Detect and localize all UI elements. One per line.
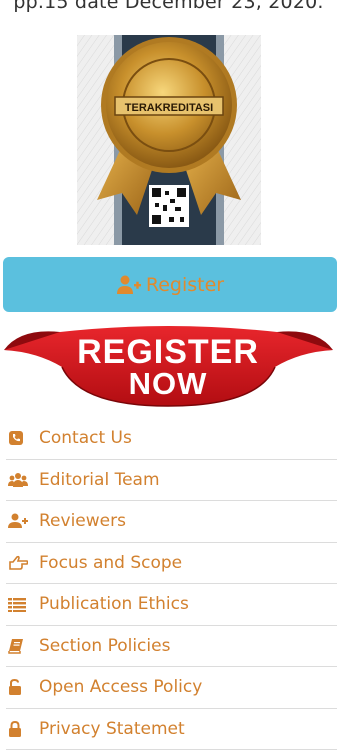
badge-seal-text: TERAKREDITASI <box>125 102 213 114</box>
menu-item-label: Focus and Scope <box>39 552 183 573</box>
menu-item-editorial-team[interactable]: Editorial Team <box>6 460 337 501</box>
menu-item-label: Editorial Team <box>39 469 160 490</box>
menu-item-label: Contact Us <box>39 428 132 449</box>
unlock-icon <box>8 678 30 696</box>
menu-item-focus-and-scope[interactable]: Focus and Scope <box>6 543 337 584</box>
register-now-line2: NOW <box>129 366 208 401</box>
menu-item-section-policies[interactable]: Section Policies <box>6 626 337 667</box>
menu-item-contact-us[interactable]: Contact Us <box>6 418 337 460</box>
book-icon <box>8 637 30 655</box>
menu-item-reviewers[interactable]: Reviewers <box>6 501 337 543</box>
menu-item-label: Privacy Statemet <box>39 718 185 739</box>
register-button-label: Register <box>145 273 225 296</box>
menu-item-label: Open Access Policy <box>39 677 203 698</box>
register-button[interactable]: Register <box>3 257 337 312</box>
users-icon <box>8 471 30 489</box>
menu-item-label: Reviewers <box>39 511 126 532</box>
list-icon <box>8 595 30 613</box>
menu-item-label: Publication Ethics <box>39 594 189 615</box>
phone-square-icon <box>8 429 30 447</box>
sidebar-menu: Contact Us Editorial Team Reviewers Focu… <box>6 418 337 750</box>
user-plus-icon <box>8 512 30 530</box>
journal-info-text: pp.15 date December 23, 2020. <box>13 0 324 13</box>
menu-item-privacy-statement[interactable]: Privacy Statemet <box>6 709 337 750</box>
user-plus-icon <box>116 275 141 294</box>
lock-icon <box>8 720 30 738</box>
menu-item-publication-ethics[interactable]: Publication Ethics <box>6 584 337 626</box>
accreditation-badge-image: TERAKREDITASI <box>77 35 261 245</box>
menu-item-label: Section Policies <box>39 635 171 656</box>
hand-point-icon <box>8 554 30 572</box>
register-now-banner[interactable]: REGISTER NOW <box>0 322 337 408</box>
menu-item-open-access-policy[interactable]: Open Access Policy <box>6 667 337 709</box>
